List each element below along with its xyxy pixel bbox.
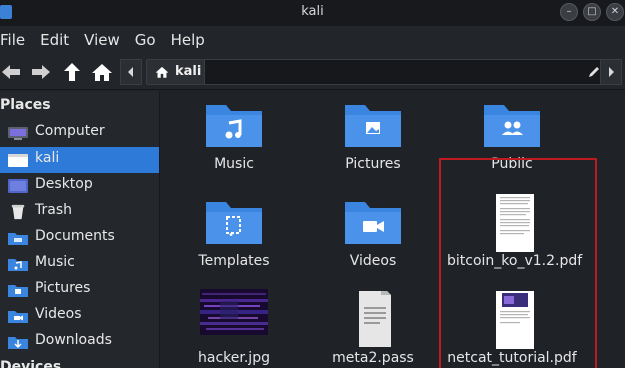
highlight-box: [439, 158, 597, 368]
sidebar-item-label: Videos: [35, 306, 82, 322]
breadcrumb-home[interactable]: kali: [147, 60, 205, 84]
home-button[interactable]: [91, 62, 113, 82]
downloads-folder-icon: [8, 337, 28, 349]
file-view: Music Pictures Public Templates Videos b…: [161, 91, 625, 368]
devices-header: Devices: [0, 359, 62, 368]
menu-help[interactable]: Help: [171, 31, 213, 49]
file-item-pictures[interactable]: Pictures: [308, 93, 438, 185]
sidebar-item-computer[interactable]: Computer: [0, 120, 159, 146]
computer-icon: [8, 127, 28, 140]
menu-edit[interactable]: Edit: [40, 31, 77, 49]
minimize-button[interactable]: –: [560, 3, 578, 21]
arrow-up-icon: [64, 63, 80, 81]
chevron-right-icon: [609, 67, 614, 77]
file-item-templates[interactable]: Templates: [169, 190, 299, 282]
back-button[interactable]: [0, 62, 22, 82]
location-field[interactable]: kali: [146, 59, 608, 85]
sidebar: Places Computer kali Desktop Trash Docum…: [0, 91, 160, 368]
pictures-folder-icon: [8, 285, 28, 297]
places-header: Places: [0, 97, 51, 113]
home-icon: [155, 66, 169, 78]
file-name: Pictures: [345, 156, 401, 172]
sidebar-item-downloads[interactable]: Downloads: [0, 329, 159, 355]
music-folder-icon: [8, 259, 28, 271]
documents-folder-icon: [8, 233, 28, 245]
sidebar-item-desktop[interactable]: Desktop: [0, 173, 159, 199]
trash-icon: [11, 204, 25, 220]
public-folder-icon: [484, 105, 540, 147]
pictures-folder-icon: [345, 105, 401, 147]
home-folder-icon: [8, 154, 28, 167]
sidebar-item-pictures[interactable]: Pictures: [0, 277, 159, 303]
menu-bar: File Edit View Go Help: [0, 26, 625, 54]
desktop-icon: [8, 179, 28, 193]
forward-button[interactable]: [30, 62, 52, 82]
music-folder-icon: [206, 105, 262, 147]
sidebar-item-trash[interactable]: Trash: [0, 199, 159, 225]
templates-folder-icon: [206, 202, 262, 244]
sidebar-item-label: kali: [35, 150, 60, 166]
sidebar-item-kali[interactable]: kali: [0, 147, 159, 173]
sidebar-item-label: Computer: [35, 123, 105, 139]
sidebar-item-videos[interactable]: Videos: [0, 303, 159, 329]
window-title: kali: [301, 4, 324, 19]
maximize-button[interactable]: □: [583, 3, 601, 21]
file-name: hacker.jpg: [198, 350, 270, 366]
home-icon: [92, 64, 112, 81]
file-name: Music: [214, 156, 254, 172]
sidebar-item-music[interactable]: Music: [0, 251, 159, 277]
title-bar: kali – □ ✕: [0, 0, 625, 26]
toolbar: kali: [0, 54, 625, 90]
image-thumbnail: [200, 289, 268, 335]
videos-folder-icon: [8, 311, 28, 323]
text-file-icon: [359, 291, 391, 347]
sidebar-item-label: Trash: [35, 202, 72, 218]
menu-view[interactable]: View: [84, 31, 128, 49]
pencil-icon[interactable]: [587, 65, 601, 79]
file-name: meta2.pass: [332, 350, 414, 366]
sidebar-item-label: Music: [35, 254, 75, 270]
file-item-hacker-jpg[interactable]: hacker.jpg: [169, 287, 299, 368]
chevron-left-icon: [128, 67, 133, 77]
sidebar-item-label: Documents: [35, 228, 115, 244]
sidebar-item-label: Pictures: [35, 280, 91, 296]
path-scroll-left-button[interactable]: [120, 59, 142, 85]
file-item-music[interactable]: Music: [169, 93, 299, 185]
file-item-videos[interactable]: Videos: [308, 190, 438, 282]
menu-file[interactable]: File: [0, 31, 33, 49]
arrow-right-icon: [32, 65, 50, 79]
breadcrumb-label: kali: [175, 64, 202, 79]
arrow-left-icon: [2, 65, 20, 79]
path-scroll-right-button[interactable]: [600, 59, 622, 85]
sidebar-item-label: Downloads: [35, 332, 112, 348]
videos-folder-icon: [345, 202, 401, 244]
path-bar: kali: [120, 59, 625, 85]
file-name: Templates: [198, 253, 270, 269]
up-button[interactable]: [61, 62, 83, 82]
sidebar-item-documents[interactable]: Documents: [0, 225, 159, 251]
sidebar-item-label: Desktop: [35, 176, 93, 192]
close-button[interactable]: ✕: [606, 3, 624, 21]
menu-go[interactable]: Go: [135, 31, 164, 49]
file-name: Videos: [349, 253, 397, 269]
file-item-meta2-pass[interactable]: meta2.pass: [308, 287, 438, 368]
